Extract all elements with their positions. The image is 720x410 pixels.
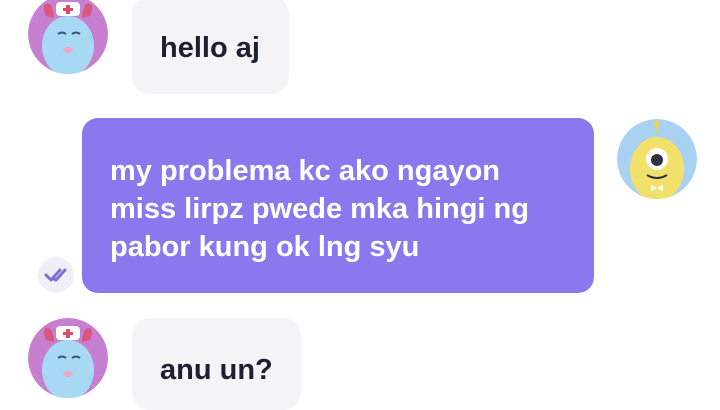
nurse-monster-avatar-icon[interactable] <box>28 318 108 398</box>
message-text-line-2: miss lirpz pwede mka hingi ng <box>110 193 529 225</box>
message-text-line-3: pabor kung ok lng syu <box>110 231 420 263</box>
yellow-alien-avatar-icon[interactable] <box>617 119 697 199</box>
double-check-read-icon <box>38 257 74 293</box>
incoming-message-bubble[interactable]: hello aj <box>132 0 289 94</box>
message-text-line-1: my problema kc ako ngayon <box>110 155 501 187</box>
message-text: anu un? <box>160 354 273 386</box>
outgoing-message-bubble[interactable]: my problema kc ako ngayon miss lirpz pwe… <box>82 118 594 293</box>
message-text: hello aj <box>160 32 260 64</box>
nurse-monster-avatar-icon[interactable] <box>28 0 108 74</box>
incoming-message-bubble[interactable]: anu un? <box>132 318 301 410</box>
